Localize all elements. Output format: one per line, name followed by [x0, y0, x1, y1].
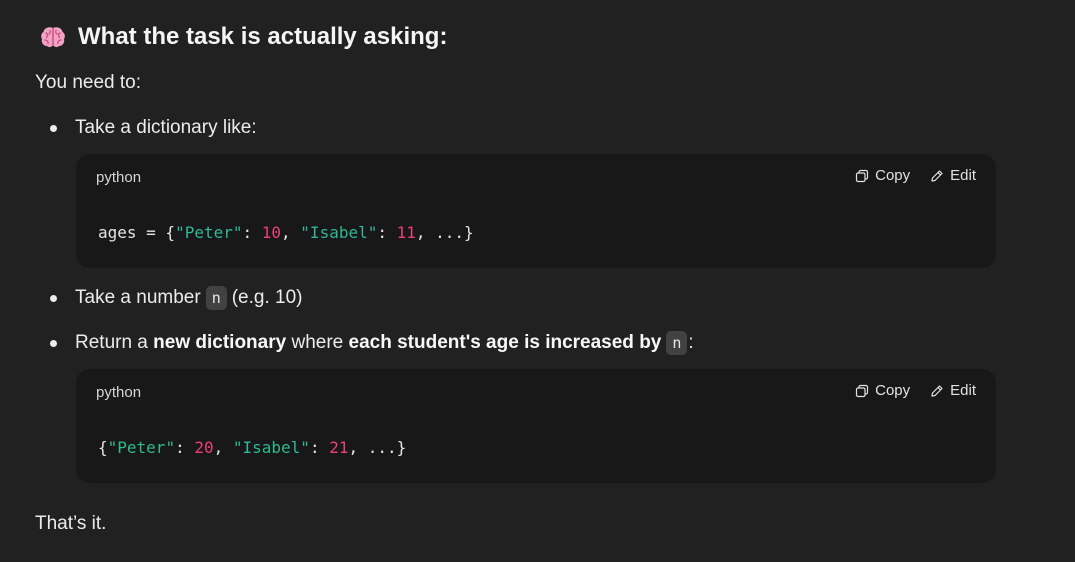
copy-icon — [855, 169, 869, 183]
section-heading: What the task is actually asking: — [40, 21, 447, 53]
pencil-icon — [930, 169, 944, 183]
code-language-label: python — [96, 169, 142, 186]
pencil-icon — [930, 384, 944, 398]
bold-text: each student's age is increased by — [348, 332, 662, 353]
code-actions: Copy Edit — [855, 382, 976, 399]
code-token-num: 21 — [329, 438, 349, 457]
code-token-plain: { — [98, 438, 108, 457]
bullet-text: Take a dictionary like: — [75, 117, 257, 138]
brain-icon — [40, 25, 66, 49]
code-actions: Copy Edit — [855, 167, 976, 184]
code-content: {"Peter": 20, "Isabel": 21, ...} — [98, 438, 406, 457]
code-block: python Copy Edit ages = {"Peter": 10, "I… — [76, 154, 996, 268]
edit-label: Edit — [950, 167, 976, 184]
list-item: Take a number n (e.g. 10) — [50, 284, 302, 312]
copy-label: Copy — [875, 382, 911, 399]
bullet-text: : — [688, 332, 694, 353]
code-token-plain: : — [242, 223, 262, 242]
bold-text: new dictionary — [153, 332, 287, 353]
code-content: ages = {"Peter": 10, "Isabel": 11, ...} — [98, 223, 474, 242]
list-item: Take a dictionary like: — [50, 114, 257, 142]
code-token-plain: : — [377, 223, 397, 242]
copy-button[interactable]: Copy — [855, 167, 910, 184]
copy-icon — [855, 384, 869, 398]
bullet-dot — [50, 339, 57, 347]
code-token-plain: , ...} — [348, 438, 407, 457]
code-token-str: "Isabel" — [232, 438, 310, 457]
edit-button[interactable]: Edit — [930, 382, 976, 399]
list-item: Return a new dictionary where each stude… — [50, 329, 694, 357]
edit-label: Edit — [950, 382, 976, 399]
code-token-plain: : — [175, 438, 195, 457]
code-token-num: 11 — [396, 223, 416, 242]
edit-button[interactable]: Edit — [930, 167, 976, 184]
inline-code: n — [205, 286, 227, 310]
code-token-plain: : — [309, 438, 330, 457]
outro-text: That’s it. — [35, 513, 107, 534]
code-token-plain: , — [213, 438, 233, 457]
copy-button[interactable]: Copy — [855, 382, 910, 399]
code-token-num: 10 — [261, 223, 282, 242]
code-token-str: "Isabel" — [300, 223, 378, 242]
code-token-str: "Peter" — [175, 223, 243, 242]
bullet-text: where — [291, 332, 344, 353]
bullet-text: Return a — [75, 332, 148, 353]
bullet-dot — [50, 124, 57, 132]
heading-text: What the task is actually asking: — [78, 23, 448, 50]
code-token-plain: , ...} — [415, 223, 474, 242]
bullet-text: (e.g. 10) — [231, 287, 303, 308]
code-language-label: python — [96, 384, 142, 401]
code-token-num: 20 — [194, 438, 214, 457]
code-block: python Copy Edit {"Peter": 20, "Isabel":… — [76, 369, 996, 483]
bullet-dot — [50, 294, 57, 302]
code-token-str: "Peter" — [107, 438, 176, 457]
code-token-plain: , — [281, 223, 301, 242]
code-token-plain: ages = { — [98, 223, 176, 242]
intro-text: You need to: — [35, 72, 142, 93]
bullet-text: Take a number — [75, 287, 201, 308]
inline-code: n — [666, 331, 688, 355]
copy-label: Copy — [875, 167, 911, 184]
